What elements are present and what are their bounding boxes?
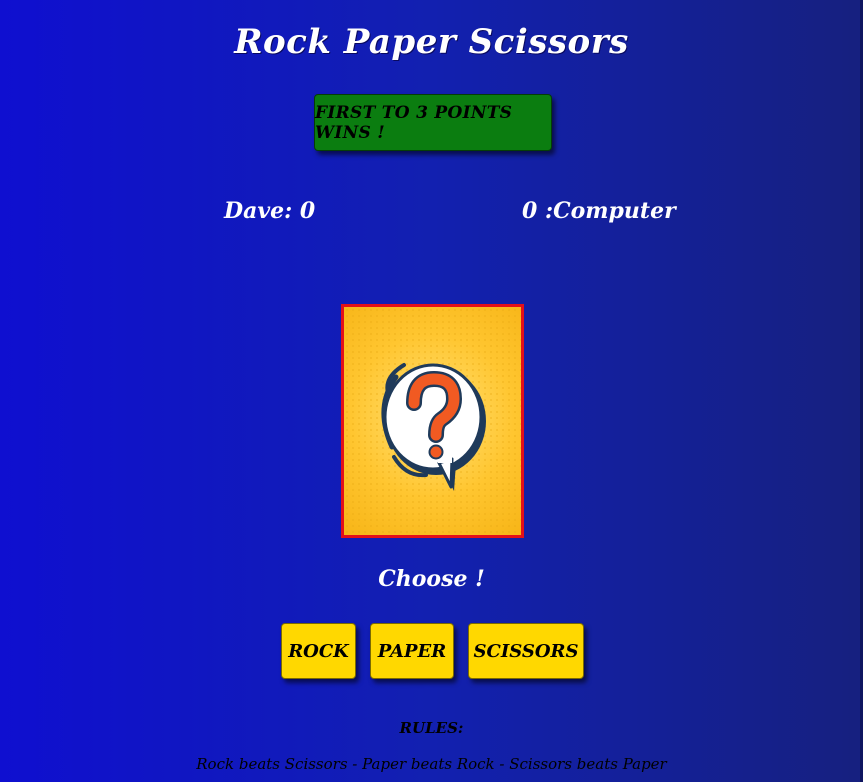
rock-button[interactable]: ROCK xyxy=(281,623,356,679)
result-card xyxy=(341,304,524,538)
question-mark-speech-bubble-icon xyxy=(344,307,521,535)
paper-button[interactable]: PAPER xyxy=(370,623,454,679)
choose-prompt: Choose ! xyxy=(378,566,485,592)
scissors-button[interactable]: SCISSORS xyxy=(468,623,584,679)
win-condition-banner: FIRST TO 3 POINTS WINS ! xyxy=(314,94,552,151)
player-score: Dave: 0 xyxy=(224,198,316,224)
rules-heading: RULES: xyxy=(399,719,464,737)
page-title: Rock Paper Scissors xyxy=(234,22,629,62)
computer-score: 0 :Computer xyxy=(522,198,676,224)
rules-text: Rock beats Scissors - Paper beats Rock -… xyxy=(196,755,667,773)
